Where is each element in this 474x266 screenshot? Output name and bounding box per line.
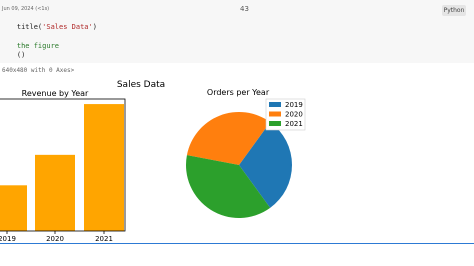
- figure-suptitle: Sales Data: [117, 80, 165, 90]
- legend-swatch: [269, 102, 281, 107]
- bar-2021: [84, 104, 124, 231]
- bar-chart-title: Revenue by Year: [22, 89, 89, 98]
- bar-2020: [35, 154, 75, 231]
- x-tick-label: 2020: [46, 235, 64, 243]
- x-tick-label: 2019: [0, 235, 16, 243]
- pie-legend: 2019 20202021: [265, 98, 306, 131]
- bar-chart: 2019 2020 2021: [0, 104, 124, 243]
- x-tick-label: 2021: [95, 235, 113, 243]
- pie-chart-title: Orders per Year: [207, 88, 270, 97]
- bar-2019: [0, 185, 27, 231]
- legend-label: 2020: [285, 111, 303, 119]
- legend-swatch: [269, 111, 281, 117]
- legend-label: 2019: [285, 101, 303, 109]
- cell-bottom-border: [0, 243, 474, 244]
- legend-swatch: [269, 121, 281, 126]
- legend-label: 2021: [285, 120, 303, 128]
- figure-canvas: Sales Data Revenue by Year 2019 2020 2021 …: [0, 80, 306, 243]
